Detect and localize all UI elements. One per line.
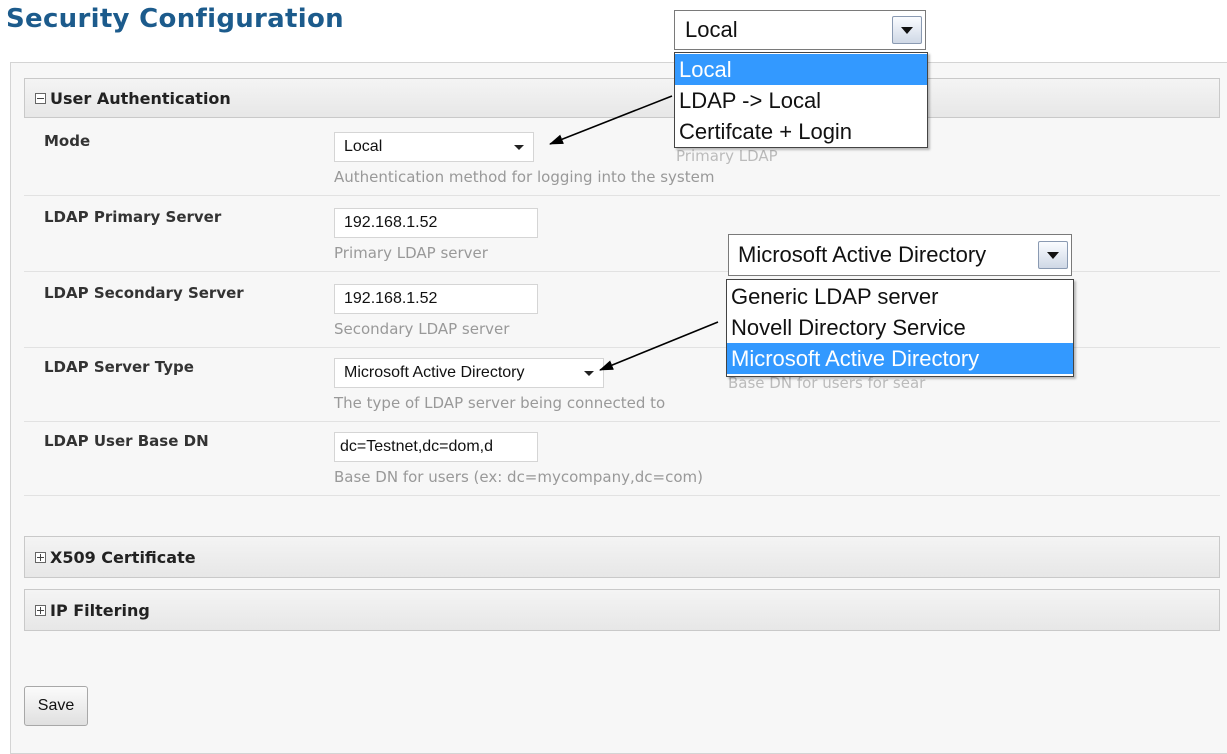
chevron-down-icon (584, 370, 594, 376)
dropdown-option-ldap-local[interactable]: LDAP -> Local (675, 85, 927, 116)
ldap-type-dropdown-combo[interactable]: Microsoft Active Directory (728, 234, 1072, 276)
help-text: Primary LDAP server (334, 244, 488, 262)
mode-dropdown-value: Local (685, 17, 738, 42)
expand-icon[interactable] (35, 551, 46, 563)
help-text: Base DN for users (ex: dc=mycompany,dc=c… (334, 468, 703, 486)
field-label: LDAP Secondary Server (44, 284, 244, 302)
section-header-ip-filtering[interactable]: IP Filtering (24, 589, 1220, 631)
mode-dropdown-combo[interactable]: Local (674, 10, 926, 50)
field-label: LDAP Primary Server (44, 208, 222, 226)
chevron-down-icon (1047, 251, 1059, 259)
section-header-x509-certificate[interactable]: X509 Certificate (24, 536, 1220, 578)
help-text: Secondary LDAP server (334, 320, 510, 338)
expand-icon[interactable] (35, 604, 46, 616)
page-title: Security Configuration (6, 4, 344, 34)
field-label: Mode (44, 132, 91, 150)
ldap-type-dropdown-value: Microsoft Active Directory (738, 242, 987, 267)
field-label: LDAP Server Type (44, 358, 194, 376)
section-header-user-authentication[interactable]: User Authentication (24, 78, 1220, 118)
help-text: The type of LDAP server being connected … (334, 394, 666, 412)
dropdown-option-novell[interactable]: Novell Directory Service (727, 312, 1073, 343)
field-label: LDAP User Base DN (44, 432, 209, 450)
section-title: User Authentication (50, 88, 231, 108)
section-title: X509 Certificate (50, 547, 196, 567)
dropdown-arrow-button[interactable] (892, 16, 922, 44)
dropdown-option-generic-ldap[interactable]: Generic LDAP server (727, 281, 1073, 312)
dropdown-option-local[interactable]: Local (675, 54, 927, 85)
save-button[interactable]: Save (24, 686, 88, 726)
collapse-icon[interactable] (35, 92, 46, 104)
chevron-down-icon (514, 144, 524, 150)
mode-select[interactable]: Local (334, 132, 534, 162)
dropdown-option-microsoft-ad[interactable]: Microsoft Active Directory (727, 343, 1073, 374)
mode-select-value: Local (344, 138, 383, 155)
help-text: Authentication method for logging into t… (334, 168, 715, 186)
ldap-primary-server-input[interactable]: 192.168.1.52 (334, 208, 538, 238)
ldap-server-type-select[interactable]: Microsoft Active Directory (334, 358, 604, 388)
dropdown-option-certificate-login[interactable]: Certifcate + Login (675, 116, 927, 147)
form-row-ldap-user-base-dn: LDAP User Base DN dc=Testnet,dc=dom,d Ba… (24, 420, 1220, 496)
dropdown-arrow-button[interactable] (1038, 241, 1068, 269)
ldap-user-base-dn-input[interactable]: dc=Testnet,dc=dom,d (334, 432, 538, 462)
ldap-secondary-server-input[interactable]: 192.168.1.52 (334, 284, 538, 314)
section-title: IP Filtering (50, 600, 150, 620)
mode-dropdown-list: Local LDAP -> Local Certifcate + Login (674, 52, 928, 148)
ldap-type-dropdown-list: Generic LDAP server Novell Directory Ser… (726, 279, 1074, 377)
ldap-server-type-select-value: Microsoft Active Directory (344, 364, 525, 381)
form-row-mode: Mode Local Authentication method for log… (24, 120, 1220, 196)
obscured-text: Primary LDAP (676, 147, 778, 165)
chevron-down-icon (901, 26, 913, 34)
